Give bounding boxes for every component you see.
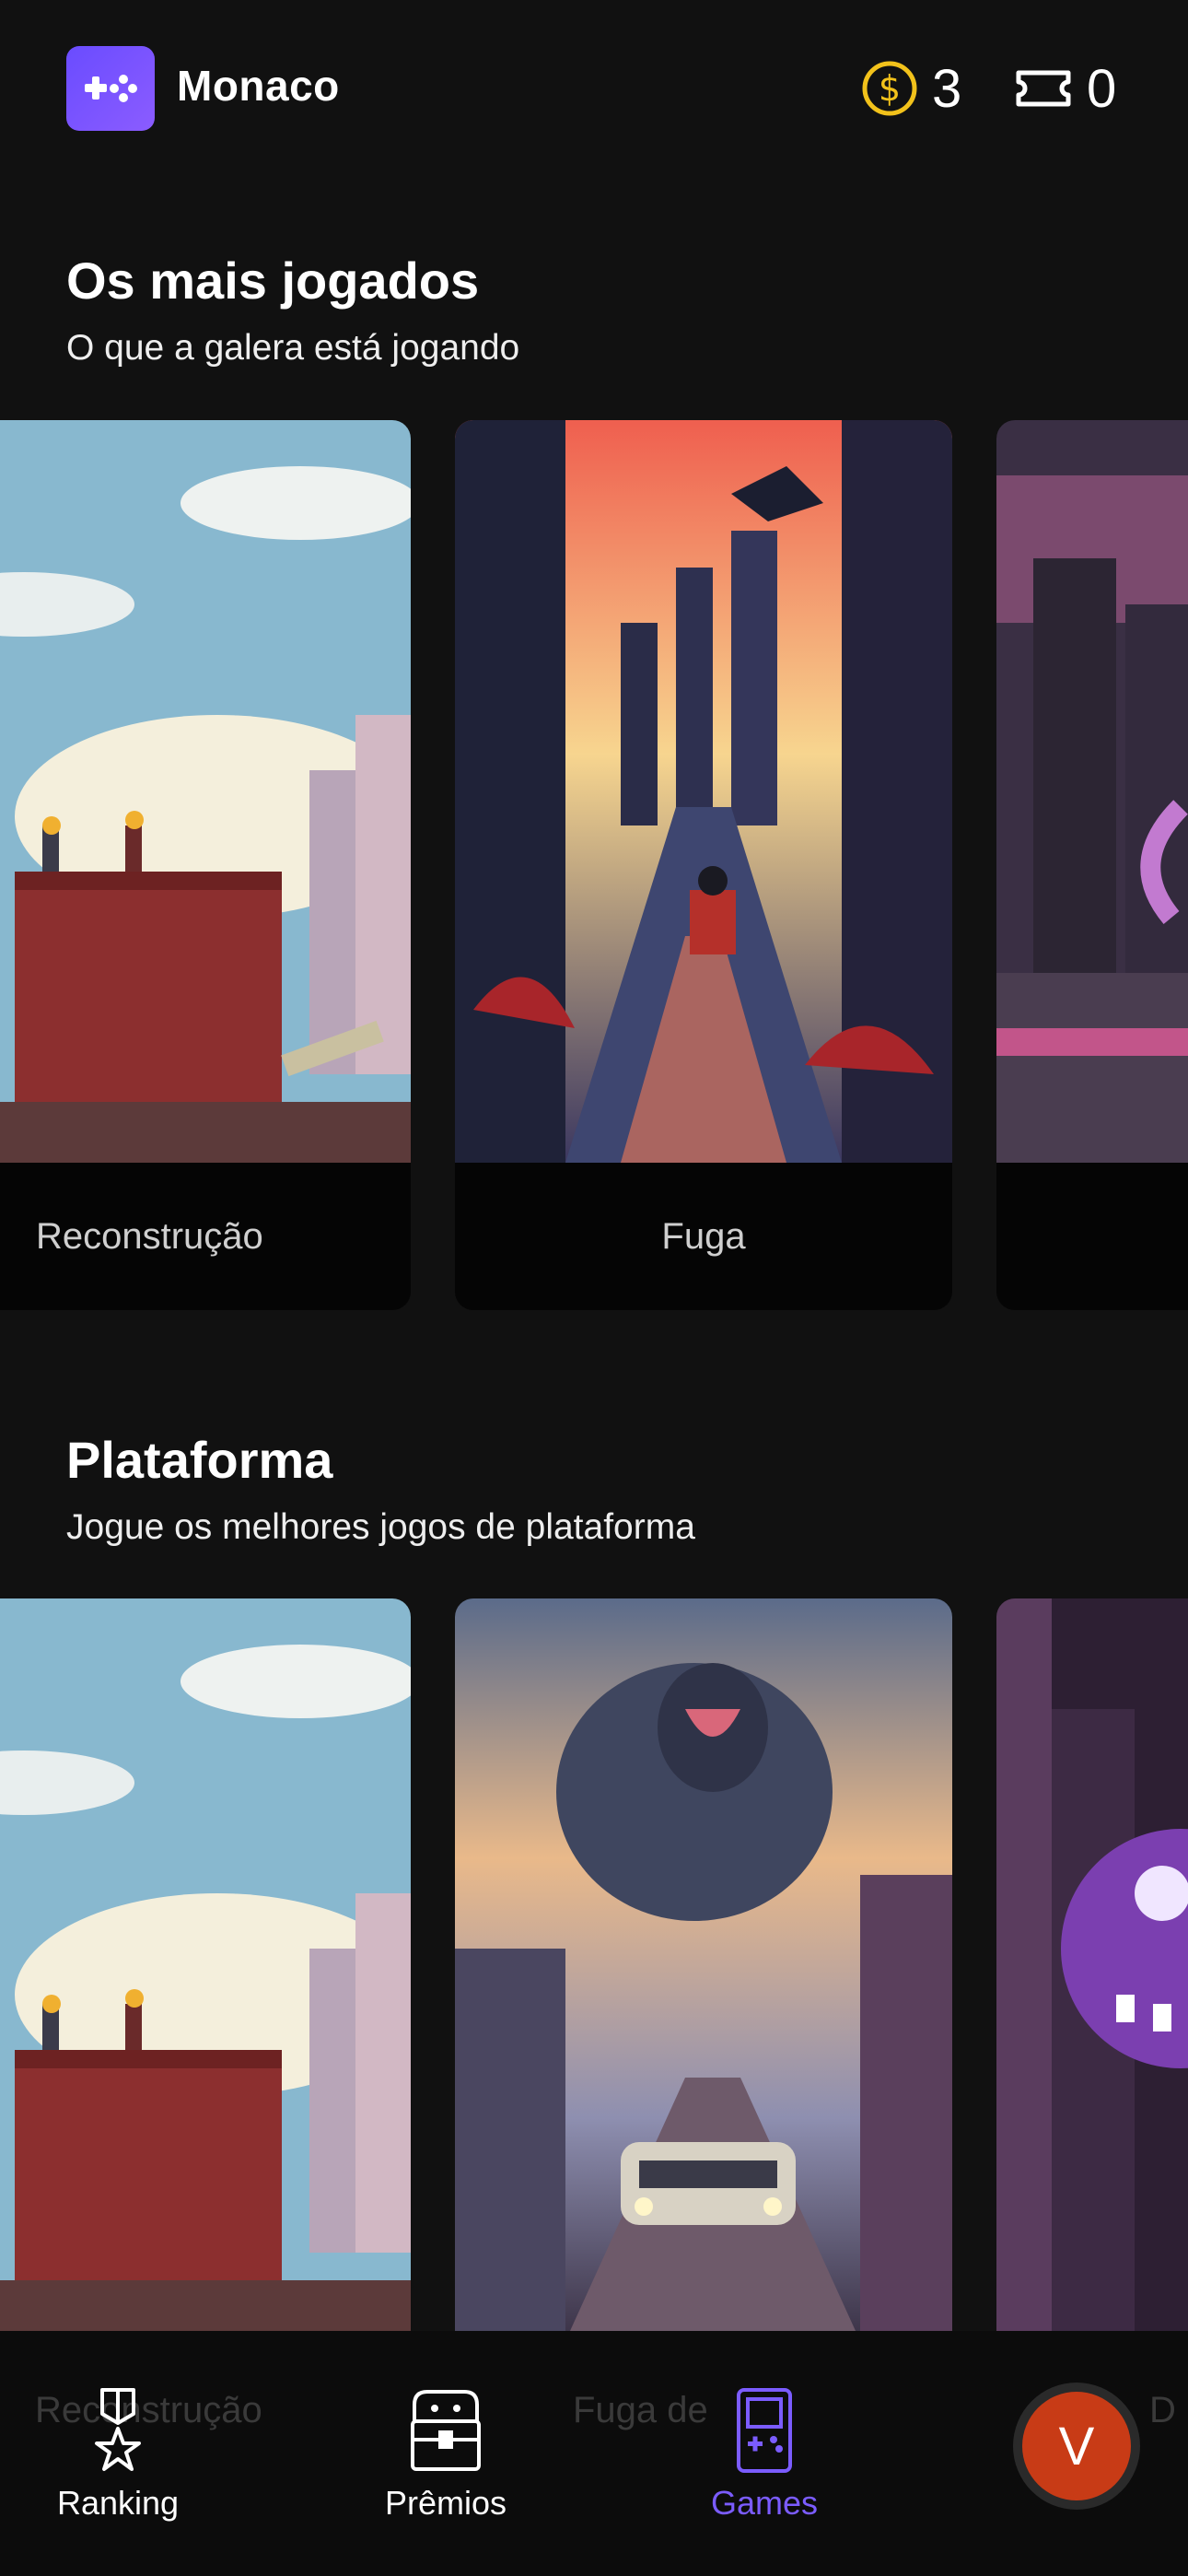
game-card-title: Reconstrução: [36, 1215, 263, 1257]
app-name: Monaco: [177, 62, 340, 110]
game-cover-image: [455, 420, 952, 1163]
game-cover-image: [996, 1598, 1188, 2341]
nav-premios[interactable]: Prêmios: [344, 2386, 547, 2524]
nav-ranking-label: Ranking: [56, 2484, 180, 2522]
game-card[interactable]: Reconstrução: [0, 420, 411, 1310]
game-card[interactable]: [996, 420, 1188, 1310]
underlay-label: D: [1149, 2390, 1176, 2430]
tickets-counter[interactable]: 0: [1013, 55, 1116, 122]
game-card-title: [996, 1163, 1188, 1310]
svg-text:$: $: [879, 68, 901, 109]
nav-games[interactable]: Games: [663, 2386, 866, 2524]
coins-counter[interactable]: $ 3: [860, 55, 961, 122]
app-logo[interactable]: [66, 46, 155, 131]
game-cover-image: [0, 1598, 411, 2341]
game-cover-image: [996, 420, 1188, 1163]
medal-icon: [95, 2388, 141, 2471]
section-title-most-played: Os mais jogados: [66, 252, 480, 310]
game-card[interactable]: Fuga: [455, 420, 952, 1310]
tickets-value: 0: [1087, 58, 1117, 119]
top-bar: Monaco $ 3 0: [0, 0, 1188, 175]
section-subtitle-platform: Jogue os melhores jogos de plataforma: [66, 1507, 695, 1547]
ticket-icon: [1016, 70, 1071, 107]
most-played-carousel[interactable]: Reconstrução Fuga: [0, 420, 1188, 1323]
game-cover-image: [455, 1598, 952, 2341]
nav-games-label: Games: [710, 2484, 819, 2522]
games-screen: Monaco $ 3 0 Os mais jogados O que a gal…: [0, 0, 1188, 2576]
gamepad-icon: [85, 75, 137, 102]
gameboy-icon: [737, 2388, 792, 2473]
game-card-title: Fuga: [661, 1215, 746, 1257]
nav-premios-label: Prêmios: [384, 2484, 507, 2522]
treasure-chest-icon: [411, 2390, 481, 2471]
section-subtitle-most-played: O que a galera está jogando: [66, 328, 520, 368]
game-cover-image: [0, 420, 411, 1163]
coin-icon: $: [862, 61, 917, 116]
nav-ranking[interactable]: Ranking: [17, 2386, 219, 2524]
section-title-platform: Plataforma: [66, 1431, 333, 1489]
avatar-initial: V: [1022, 2392, 1131, 2500]
avatar[interactable]: V: [1013, 2383, 1140, 2510]
coins-value: 3: [932, 58, 962, 119]
